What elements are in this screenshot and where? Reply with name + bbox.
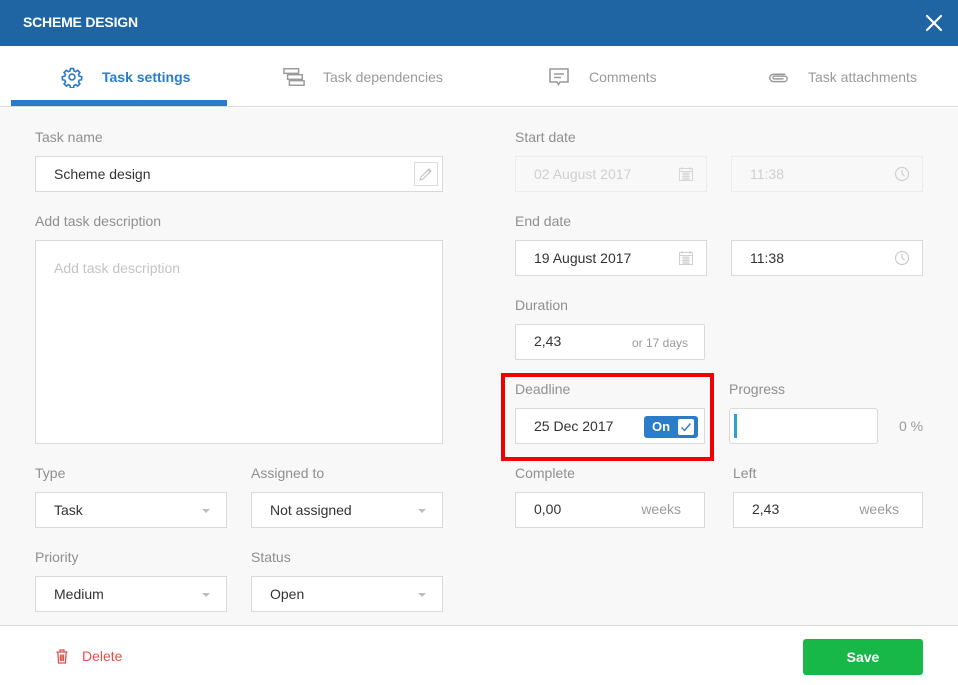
tab-label: Comments xyxy=(589,68,657,85)
start-time-input: 11:38 xyxy=(731,156,923,192)
type-select[interactable]: Task xyxy=(35,492,227,528)
start-time-value: 11:38 xyxy=(750,166,784,182)
save-button[interactable]: Save xyxy=(803,639,923,675)
tab-label: Task dependencies xyxy=(323,68,443,85)
paperclip-icon xyxy=(767,66,789,88)
comment-icon xyxy=(548,66,570,88)
status-select[interactable]: Open xyxy=(251,576,443,612)
progress-fill[interactable] xyxy=(734,414,737,438)
priority-value: Medium xyxy=(54,586,104,602)
duration-input[interactable]: 2,43 or 17 days xyxy=(515,324,705,360)
checkmark-icon xyxy=(678,419,694,435)
deadline-label: Deadline xyxy=(515,381,571,397)
dialog-header: SCHEME DESIGN xyxy=(0,0,958,46)
delete-label: Delete xyxy=(82,648,123,664)
task-name-value: Scheme design xyxy=(54,166,151,182)
priority-select[interactable]: Medium xyxy=(35,576,227,612)
chevron-down-icon xyxy=(418,509,426,513)
tab-comments[interactable]: Comments xyxy=(548,46,657,107)
deadline-value: 25 Dec 2017 xyxy=(534,418,614,434)
priority-label: Priority xyxy=(35,549,79,565)
end-date-input[interactable]: 19 August 2017 xyxy=(515,240,707,276)
active-tab-indicator xyxy=(11,100,227,106)
edit-name-button[interactable] xyxy=(414,162,438,186)
complete-input[interactable]: 0,00 weeks xyxy=(515,492,705,528)
dialog-footer: Delete Save xyxy=(0,625,958,685)
left-unit: weeks xyxy=(859,501,899,517)
end-date-value: 19 August 2017 xyxy=(534,250,632,266)
toggle-label: On xyxy=(652,419,671,434)
delete-button[interactable]: Delete xyxy=(56,648,122,664)
tab-label: Task attachments xyxy=(808,68,917,85)
status-label: Status xyxy=(251,549,291,565)
assigned-to-select[interactable]: Not assigned xyxy=(251,492,443,528)
deadline-input[interactable]: 25 Dec 2017 On xyxy=(515,408,705,444)
tab-task-attachments[interactable]: Task attachments xyxy=(767,46,917,107)
tab-bar: Task settings Task dependencies Comments… xyxy=(0,46,958,107)
type-label: Type xyxy=(35,465,66,481)
end-time-value: 11:38 xyxy=(750,250,784,266)
progress-slider[interactable] xyxy=(729,408,878,444)
gear-icon xyxy=(61,66,83,88)
assigned-to-value: Not assigned xyxy=(270,502,352,518)
chevron-down-icon xyxy=(418,593,426,597)
complete-value: 0,00 xyxy=(534,501,562,517)
start-date-input: 02 August 2017 xyxy=(515,156,707,192)
description-textarea[interactable]: Add task description xyxy=(35,240,443,444)
duration-days: or 17 days xyxy=(631,336,688,350)
end-date-label: End date xyxy=(515,213,572,229)
calendar-icon xyxy=(679,167,693,181)
close-icon xyxy=(925,14,943,32)
complete-label: Complete xyxy=(515,465,575,481)
progress-label: Progress xyxy=(729,381,786,397)
chevron-down-icon xyxy=(202,593,210,597)
clock-icon[interactable] xyxy=(894,250,910,266)
tab-label: Task settings xyxy=(102,68,191,85)
status-value: Open xyxy=(270,586,305,602)
description-placeholder: Add task description xyxy=(54,260,181,276)
tab-task-dependencies[interactable]: Task dependencies xyxy=(283,46,443,107)
trash-icon xyxy=(56,648,68,664)
progress-percent: 0 % xyxy=(899,418,924,434)
left-label: Left xyxy=(733,465,757,481)
start-date-label: Start date xyxy=(515,129,576,145)
assigned-to-label: Assigned to xyxy=(251,465,325,481)
task-name-input[interactable]: Scheme design xyxy=(35,156,443,192)
left-input[interactable]: 2,43 weeks xyxy=(733,492,923,528)
dependencies-icon xyxy=(283,66,305,88)
chevron-down-icon xyxy=(202,509,210,513)
deadline-toggle[interactable]: On xyxy=(644,416,698,438)
tab-task-settings[interactable]: Task settings xyxy=(61,46,190,107)
calendar-icon[interactable] xyxy=(678,250,694,266)
end-time-input[interactable]: 11:38 xyxy=(731,240,923,276)
task-name-label: Task name xyxy=(35,129,103,145)
start-date-value: 02 August 2017 xyxy=(534,166,632,182)
description-label: Add task description xyxy=(35,213,162,229)
dialog-title: SCHEME DESIGN xyxy=(23,14,138,30)
left-value: 2,43 xyxy=(752,501,780,517)
pencil-icon xyxy=(419,168,432,181)
type-value: Task xyxy=(54,502,83,518)
duration-value: 2,43 xyxy=(534,333,562,349)
close-button[interactable] xyxy=(922,11,946,35)
duration-label: Duration xyxy=(515,297,568,313)
complete-unit: weeks xyxy=(641,501,681,517)
clock-icon xyxy=(894,166,910,182)
